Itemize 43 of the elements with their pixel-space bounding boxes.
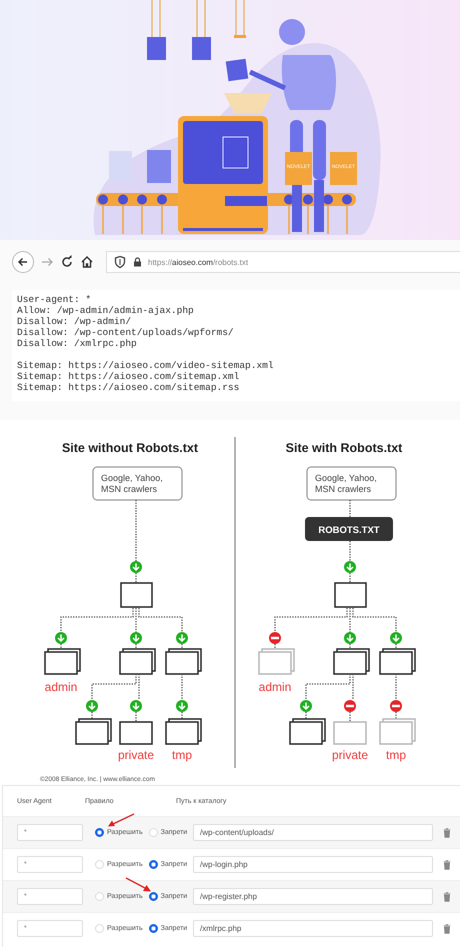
code-text: Sitemap: https://aioseo.com/video-sitemap.xml Sitemap: https://aioseo.com/sitemap.xml Sitemap: https://aioseo.com/sitemap.rss [17, 360, 275, 393]
crawler-label: Google, Yahoo, MSN crawlers [101, 473, 163, 494]
trash-icon[interactable] [443, 924, 451, 934]
shield-icon[interactable] [113, 255, 127, 269]
connector-line [349, 500, 351, 517]
connector-line [135, 500, 137, 561]
site-root-box [334, 582, 367, 608]
connector-line [395, 674, 397, 700]
connector-line [135, 712, 137, 722]
diagram-title: Site with Robots.txt [286, 441, 402, 455]
folder-label: tmp [386, 748, 406, 762]
folder-label: private [118, 748, 154, 762]
reload-icon[interactable] [60, 255, 74, 269]
trash-icon[interactable] [443, 860, 451, 870]
connector-line [349, 712, 351, 722]
folder-label: private [332, 748, 368, 762]
folder-label: tmp [172, 748, 192, 762]
radio-button[interactable] [148, 924, 158, 933]
diagram-title: Site without Robots.txt [62, 441, 198, 455]
radio-button[interactable] [148, 860, 158, 869]
folder-label: admin [44, 680, 78, 694]
trash-icon[interactable] [443, 828, 451, 838]
path-field[interactable]: /wp-register.php [193, 888, 433, 905]
lock-icon [133, 257, 142, 267]
radio-button[interactable] [95, 828, 104, 837]
connector-line [349, 541, 351, 561]
crawler-label: Google, Yahoo, MSN crawlers [315, 473, 377, 494]
radio-button[interactable] [148, 892, 158, 901]
filter-label: ROBOTS.TXT [318, 525, 380, 536]
back-button[interactable] [12, 251, 34, 273]
address-bar[interactable]: https://aioseo.com/robots.txt [106, 251, 460, 273]
site-root-box [120, 582, 153, 608]
trash-icon[interactable] [443, 892, 451, 902]
left-arrow-icon [17, 256, 29, 268]
path-field[interactable]: /xmlrpc.php [193, 920, 433, 937]
folder-label: admin [258, 680, 292, 694]
path-field[interactable]: /wp-login.php [193, 856, 433, 873]
code-text: User-agent: * Allow: /wp-admin/admin-ajax.php Disallow: /wp-admin/ Disallow: /wp-content/uploads/wpforms/ Disallow: /xmlrpc.php [17, 294, 235, 349]
home-icon[interactable] [80, 255, 94, 269]
path-field[interactable]: /wp-content/uploads/ [193, 824, 433, 841]
connector-line [135, 573, 137, 583]
connector-line [349, 573, 351, 583]
connector-line [181, 674, 183, 700]
